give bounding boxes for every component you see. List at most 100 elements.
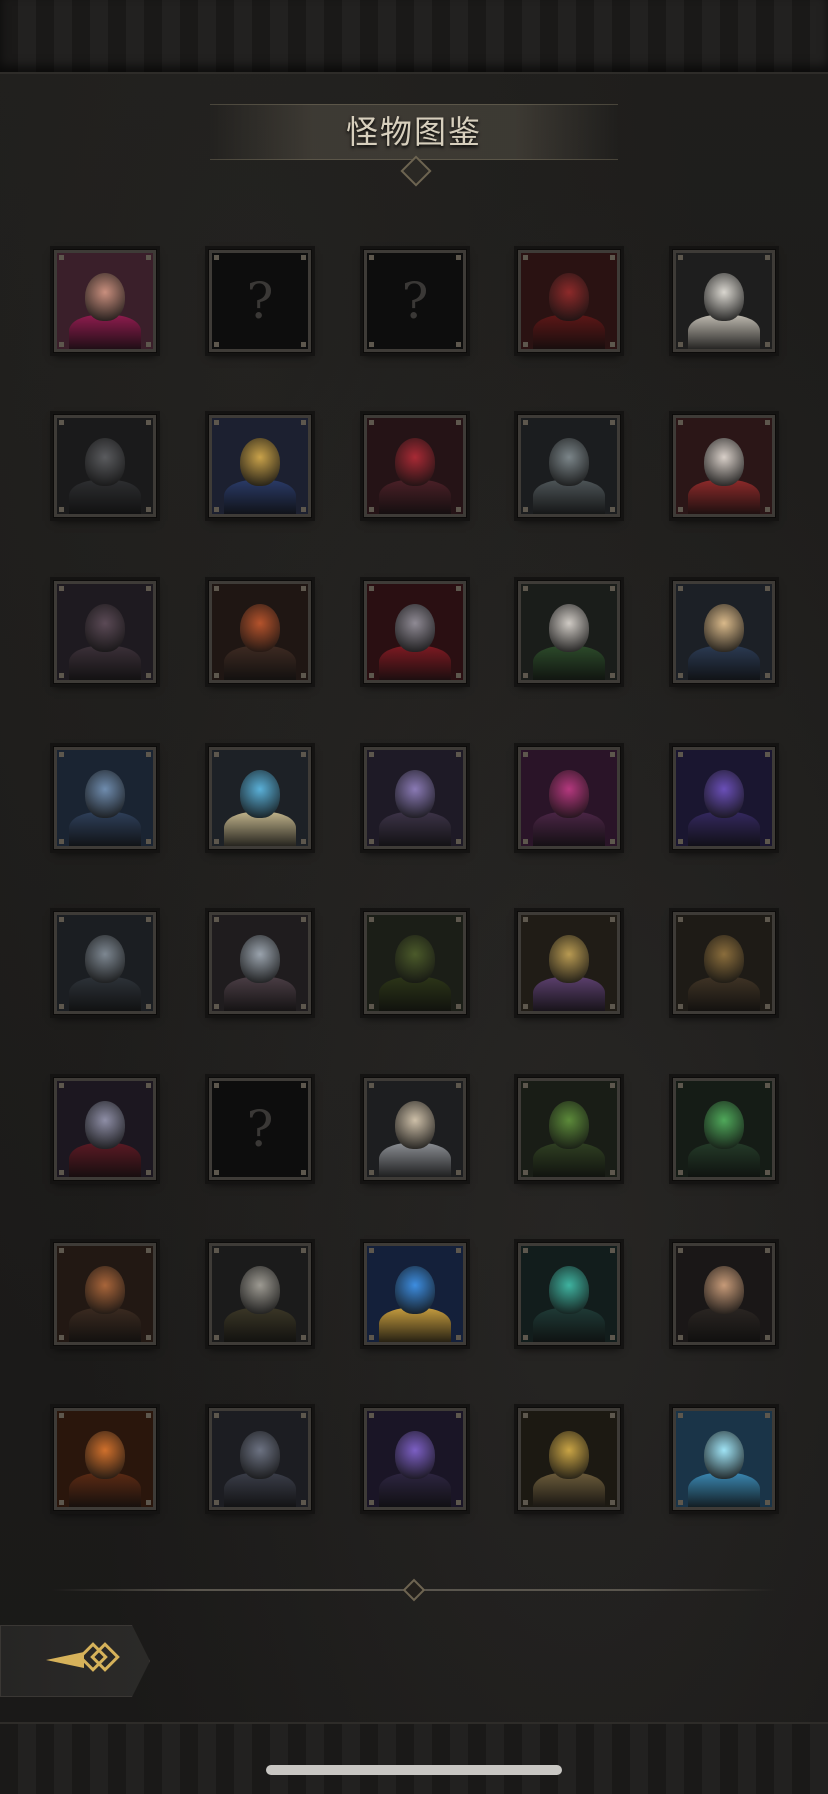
frame-rivet: [214, 1335, 219, 1340]
frame-rivet: [523, 673, 528, 678]
frame-rivet: [610, 839, 615, 844]
pink-crested-orc-icon: [212, 915, 308, 1011]
frame-rivet: [523, 917, 528, 922]
frame-rivet: [301, 673, 306, 678]
void-dragon-icon: [367, 1411, 463, 1507]
silver-haired-youth-icon: [521, 584, 617, 680]
frame-rivet: [610, 1248, 615, 1253]
green-orc-warlord-icon: [521, 1081, 617, 1177]
monster-slot[interactable]: [672, 1077, 776, 1181]
portrait-head: [704, 1431, 744, 1479]
monster-slot[interactable]: [517, 1242, 621, 1346]
frame-rivet: [301, 1083, 306, 1088]
portrait-head: [85, 604, 125, 652]
monster-slot[interactable]: [208, 580, 312, 684]
frame-rivet: [523, 586, 528, 591]
monster-slot[interactable]: [53, 249, 157, 353]
frame-rivet: [59, 342, 64, 347]
back-arrow-icon[interactable]: [44, 1642, 124, 1678]
frame-rivet: [765, 420, 770, 425]
silver-crowned-elf-icon: [367, 1081, 463, 1177]
frame-rivet: [678, 420, 683, 425]
portrait-head: [549, 935, 589, 983]
monster-slot[interactable]: [517, 414, 621, 518]
monster-slot[interactable]: [53, 746, 157, 850]
monster-slot[interactable]: [363, 1077, 467, 1181]
monster-slot[interactable]: [208, 1242, 312, 1346]
frame-rivet: [59, 1083, 64, 1088]
monster-slot[interactable]: [672, 414, 776, 518]
monster-slot[interactable]: [517, 1407, 621, 1511]
frame-rivet: [456, 1335, 461, 1340]
monster-slot[interactable]: ?: [363, 249, 467, 353]
monster-slot[interactable]: [53, 414, 157, 518]
monster-slot[interactable]: [672, 1407, 776, 1511]
monster-slot[interactable]: [53, 1242, 157, 1346]
dark-haired-rogue-icon: [676, 1246, 772, 1342]
monster-slot[interactable]: [363, 911, 467, 1015]
monster-slot[interactable]: [672, 249, 776, 353]
portrait-head: [549, 1266, 589, 1314]
frame-rivet: [678, 1170, 683, 1175]
frame-rivet: [523, 1335, 528, 1340]
frame-rivet: [59, 839, 64, 844]
monster-slot[interactable]: [208, 911, 312, 1015]
frame-rivet: [765, 839, 770, 844]
monster-slot[interactable]: [363, 1242, 467, 1346]
frame-rivet: [610, 1413, 615, 1418]
frame-rivet: [523, 1004, 528, 1009]
monster-slot[interactable]: [672, 746, 776, 850]
portrait-head: [395, 935, 435, 983]
monster-slot[interactable]: [672, 1242, 776, 1346]
frame-rivet: [523, 507, 528, 512]
portrait-head: [704, 604, 744, 652]
frame-rivet: [610, 917, 615, 922]
monster-slot[interactable]: [53, 580, 157, 684]
monster-slot[interactable]: [363, 414, 467, 518]
frame-rivet: [610, 255, 615, 260]
frame-rivet: [369, 1413, 374, 1418]
frame-rivet: [523, 839, 528, 844]
monster-slot[interactable]: [208, 1407, 312, 1511]
frame-rivet: [678, 839, 683, 844]
frame-rivet: [59, 752, 64, 757]
monster-slot[interactable]: ?: [208, 249, 312, 353]
monster-slot[interactable]: [53, 1407, 157, 1511]
blue-orb-shield-golem-icon: [212, 750, 308, 846]
frame-rivet: [369, 342, 374, 347]
frame-rivet: [456, 1413, 461, 1418]
monster-slot[interactable]: [517, 249, 621, 353]
monster-slot[interactable]: [517, 580, 621, 684]
monster-slot[interactable]: [53, 911, 157, 1015]
white-hooded-figure-icon: [676, 253, 772, 349]
frame-rivet: [765, 586, 770, 591]
frame-rivet: [678, 673, 683, 678]
monster-slot[interactable]: [53, 1077, 157, 1181]
portrait-head: [549, 438, 589, 486]
grey-dire-wolf-icon: [212, 1411, 308, 1507]
frame-rivet: [369, 1248, 374, 1253]
monster-slot[interactable]: [363, 1407, 467, 1511]
portrait-head: [704, 770, 744, 818]
monster-slot[interactable]: [672, 911, 776, 1015]
monster-slot[interactable]: ?: [208, 1077, 312, 1181]
frame-rivet: [59, 1500, 64, 1505]
monster-slot[interactable]: [208, 414, 312, 518]
frame-rivet: [456, 586, 461, 591]
frame-rivet: [59, 255, 64, 260]
frame-rivet: [59, 420, 64, 425]
monster-slot[interactable]: [208, 746, 312, 850]
monster-slot[interactable]: [517, 746, 621, 850]
monster-slot[interactable]: [517, 911, 621, 1015]
monster-slot[interactable]: [363, 580, 467, 684]
frame-rivet: [146, 752, 151, 757]
frame-rivet: [678, 1004, 683, 1009]
monster-slot[interactable]: [363, 746, 467, 850]
monster-slot[interactable]: [517, 1077, 621, 1181]
frame-rivet: [456, 839, 461, 844]
portrait-head: [395, 1266, 435, 1314]
portrait-head: [549, 770, 589, 818]
portrait-head: [549, 1101, 589, 1149]
monster-slot[interactable]: [672, 580, 776, 684]
home-indicator[interactable]: [266, 1765, 562, 1775]
